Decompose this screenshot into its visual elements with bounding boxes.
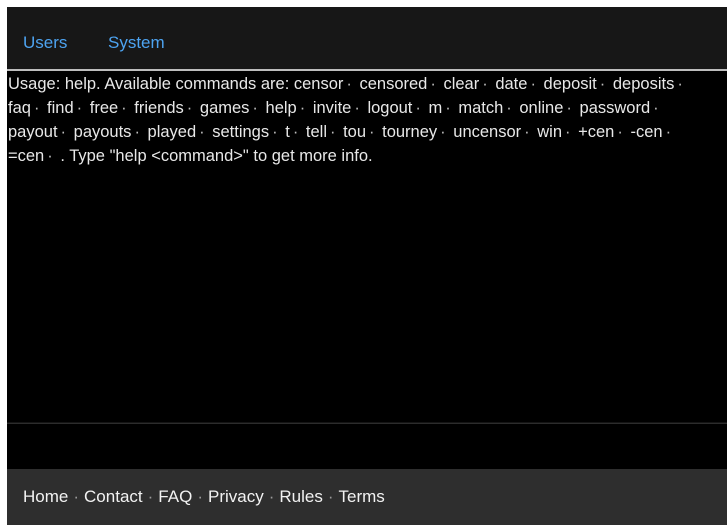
footer-separator: · — [197, 487, 203, 506]
command-separator: · — [292, 123, 299, 141]
command-separator: · — [482, 75, 488, 93]
command-name: friends — [134, 99, 184, 117]
app-window: Users System Usage: help. Available comm… — [7, 7, 727, 525]
chat-input[interactable] — [7, 424, 727, 470]
command-name: find — [47, 99, 74, 117]
command-name: uncensor — [453, 123, 522, 141]
command-name: +cen — [578, 123, 615, 141]
tab-system[interactable]: System — [108, 33, 165, 53]
command-separator: · — [440, 123, 446, 141]
command-separator: · — [299, 99, 306, 117]
command-separator: · — [617, 123, 623, 141]
command-name: deposit — [543, 75, 597, 93]
footer-link-terms[interactable]: Terms — [339, 487, 385, 506]
command-separator: · — [566, 99, 572, 117]
command-separator: · — [76, 99, 83, 117]
footer: Home · Contact · FAQ · Privacy · Rules · Terms — [7, 469, 727, 525]
footer-link-faq[interactable]: FAQ — [158, 487, 192, 506]
command-separator: · — [524, 123, 530, 141]
chat-input-row — [7, 423, 727, 470]
command-separator: · — [134, 123, 140, 141]
command-name: m — [428, 99, 443, 117]
command-separator: · — [506, 99, 512, 117]
command-separator: · — [599, 75, 606, 93]
command-separator: · — [369, 123, 375, 141]
tab-users[interactable]: Users — [23, 33, 67, 53]
command-name: deposits — [612, 75, 675, 93]
command-separator: · — [60, 123, 67, 141]
command-name: match — [458, 99, 504, 117]
command-separator: · — [530, 75, 536, 93]
footer-separator: · — [268, 487, 275, 506]
command-name: tell — [305, 123, 327, 141]
command-separator: · — [199, 123, 205, 141]
command-name: free — [89, 99, 119, 117]
footer-link-home[interactable]: Home — [23, 487, 68, 506]
command-name: =cen — [8, 147, 45, 165]
command-separator: · — [653, 99, 659, 117]
command-separator: · — [186, 99, 193, 117]
command-separator: · — [677, 75, 683, 93]
command-name: password — [579, 99, 651, 117]
command-name: win — [537, 123, 563, 141]
command-name: -cen — [630, 123, 663, 141]
command-separator: · — [415, 99, 421, 117]
console-message: Usage: help. Available commands are: cen… — [8, 72, 723, 168]
console-suffix: . Type "help <command>" to get more info… — [60, 147, 373, 165]
command-separator: · — [445, 99, 451, 117]
console-output[interactable]: Usage: help. Available commands are: cen… — [7, 69, 727, 422]
footer-separator: · — [327, 487, 334, 506]
command-separator: · — [121, 99, 127, 117]
footer-links: Home · Contact · FAQ · Privacy · Rules · Terms — [23, 487, 385, 507]
command-separator: · — [565, 123, 571, 141]
footer-separator: · — [73, 487, 80, 506]
command-name: help — [265, 99, 297, 117]
command-separator: · — [430, 75, 436, 93]
command-name: online — [519, 99, 564, 117]
command-name: censored — [359, 75, 428, 93]
command-name: payout — [8, 123, 58, 141]
command-name: invite — [312, 99, 352, 117]
footer-link-privacy[interactable]: Privacy — [208, 487, 264, 506]
footer-link-rules[interactable]: Rules — [279, 487, 322, 506]
command-separator: · — [33, 99, 40, 117]
command-name: logout — [367, 99, 413, 117]
command-name: payouts — [73, 123, 132, 141]
command-name: faq — [8, 99, 31, 117]
command-name: games — [199, 99, 250, 117]
command-name: clear — [443, 75, 480, 93]
command-name: date — [495, 75, 528, 93]
command-name: censor — [293, 75, 344, 93]
console-prefix: Usage: help. Available commands are: — [8, 75, 294, 93]
command-name: played — [147, 123, 197, 141]
footer-link-contact[interactable]: Contact — [84, 487, 143, 506]
command-name: tou — [343, 123, 367, 141]
command-separator: · — [346, 75, 352, 93]
footer-separator: · — [147, 487, 154, 506]
tab-bar: Users System — [7, 7, 727, 69]
command-separator: · — [252, 99, 258, 117]
command-name: settings — [212, 123, 270, 141]
command-separator: · — [272, 123, 278, 141]
command-separator: · — [47, 147, 53, 165]
command-separator: · — [354, 99, 360, 117]
command-separator: · — [665, 123, 672, 141]
command-name: tourney — [382, 123, 438, 141]
command-separator: · — [330, 123, 336, 141]
